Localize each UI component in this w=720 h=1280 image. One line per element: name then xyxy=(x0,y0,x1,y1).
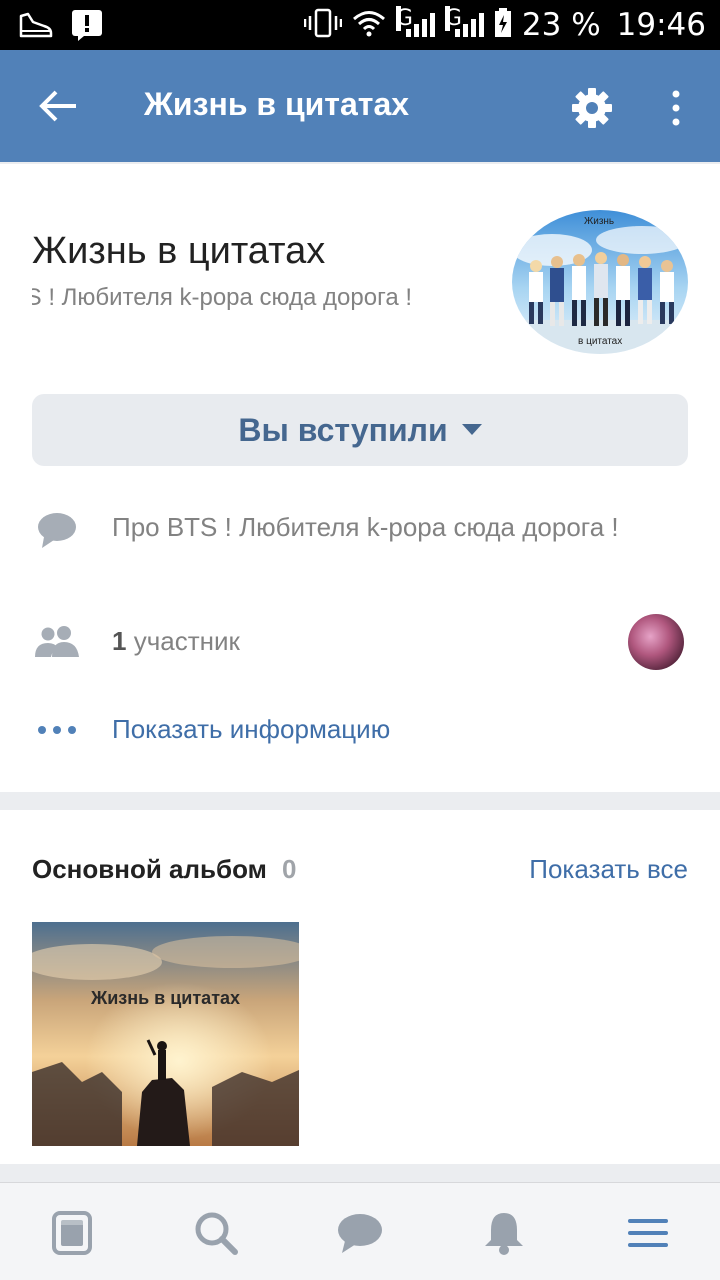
status-right: G G 23 % 19:46 xyxy=(303,4,706,46)
back-button[interactable] xyxy=(32,80,84,132)
signal-icon: G xyxy=(395,6,435,37)
members-row-icon xyxy=(32,622,82,662)
news-icon xyxy=(52,1211,92,1255)
messages-icon xyxy=(338,1214,382,1253)
page-title: Жизнь в цитатах xyxy=(144,86,410,122)
album-card: Основной альбом 0 Показать все Жизнь в ц… xyxy=(0,810,720,1164)
back-arrow-icon xyxy=(39,90,76,122)
more-button[interactable] xyxy=(656,82,696,134)
clock: 19:46 xyxy=(616,7,706,43)
settings-button[interactable] xyxy=(566,82,618,134)
group-name: Жизнь в цитатах xyxy=(32,230,326,272)
show-all-link[interactable]: Показать все xyxy=(529,854,688,885)
caret-down-icon xyxy=(461,424,482,435)
group-status: Про BTS ! Любителя k-pора сюда дорога ! xyxy=(32,284,412,311)
member-avatar[interactable] xyxy=(628,614,684,670)
search-icon xyxy=(195,1212,238,1255)
signal-icon-2: G xyxy=(444,6,484,37)
more-horizontal-icon xyxy=(38,726,76,734)
nav-menu[interactable] xyxy=(618,1203,678,1263)
nav-notifications[interactable] xyxy=(474,1203,534,1263)
status-left xyxy=(18,8,104,47)
group-header-card: Жизнь в цитатах Про BTS ! Любителя k-pор… xyxy=(0,164,720,792)
vibrate-icon xyxy=(303,8,343,43)
nav-search[interactable] xyxy=(186,1203,246,1263)
comment-icon xyxy=(38,513,76,548)
app-bar: Жизнь в цитатах xyxy=(0,50,720,162)
album-title[interactable]: Основной альбом xyxy=(32,854,267,885)
avatar-caption-bottom: в цитатах xyxy=(578,336,623,347)
users-icon xyxy=(35,626,79,657)
group-avatar[interactable]: Жизнь в цитатах xyxy=(512,210,688,354)
status-bar: G G 23 % 19:46 xyxy=(0,0,720,50)
wifi-icon xyxy=(352,9,386,42)
members-count[interactable]: 1 участник xyxy=(112,626,240,657)
gear-icon xyxy=(572,88,612,128)
description-row-icon xyxy=(32,510,82,550)
group-description: Про BTS ! Любителя k-pора сюда дорога ! xyxy=(112,512,619,542)
avatar-caption-top: Жизнь xyxy=(584,216,615,227)
bottom-nav xyxy=(0,1182,720,1280)
nav-news[interactable] xyxy=(42,1203,102,1263)
joined-button-label: Вы вступили xyxy=(238,411,448,448)
more-vertical-icon xyxy=(672,90,680,126)
menu-icon xyxy=(628,1219,668,1247)
album-thumbnail-image xyxy=(32,922,299,1146)
group-avatar-image xyxy=(512,210,688,354)
album-thumbnail[interactable]: Жизнь в цитатах xyxy=(32,922,299,1146)
show-info-row-icon xyxy=(32,710,82,750)
album-thumbnail-text: Жизнь в цитатах xyxy=(90,988,241,1008)
joined-button[interactable]: Вы вступили xyxy=(32,394,688,466)
show-info-link[interactable]: Показать информацию xyxy=(112,714,390,745)
battery-icon xyxy=(494,7,512,43)
battery-percent: 23 % xyxy=(521,7,601,43)
sneaker-icon xyxy=(18,10,54,45)
notifications-icon xyxy=(485,1213,523,1255)
alert-icon xyxy=(70,8,104,47)
nav-messages[interactable] xyxy=(330,1203,390,1263)
album-count: 0 xyxy=(282,854,297,884)
